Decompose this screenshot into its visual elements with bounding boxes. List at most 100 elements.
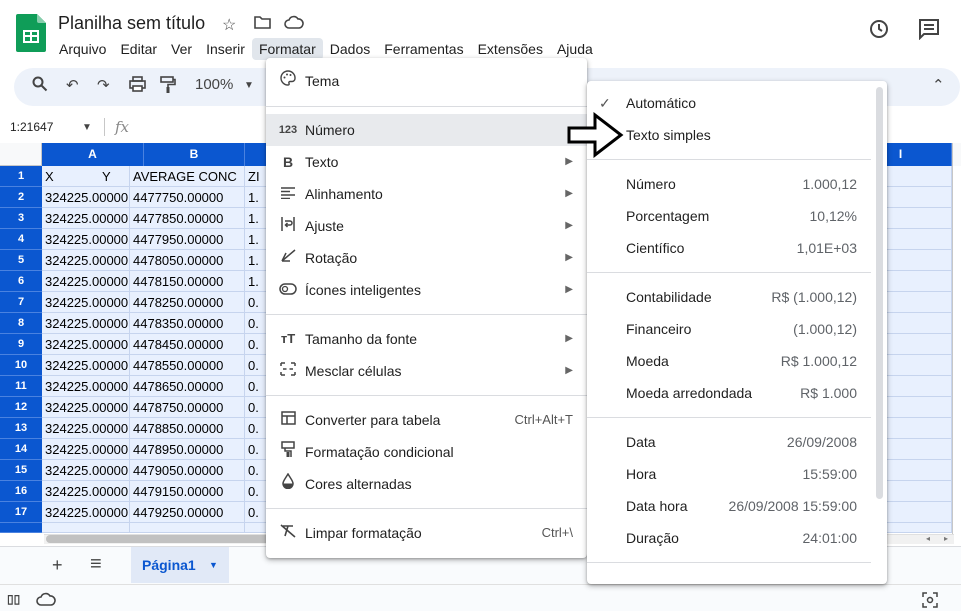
number-format-cientifico[interactable]: Científico 1,01E+03 (587, 232, 887, 264)
row-header[interactable]: 3 (0, 208, 42, 229)
cell-a[interactable]: 324225.00000 (42, 376, 130, 397)
search-menus-icon[interactable] (32, 76, 48, 96)
cell-partial[interactable] (130, 523, 245, 533)
undo-icon[interactable]: ↶ (66, 76, 79, 94)
format-menu-item-rotacao[interactable]: Rotação ▶ (266, 242, 587, 274)
menu-editar[interactable]: Editar (113, 38, 164, 60)
cell-b[interactable]: 4478550.00000 (130, 355, 245, 376)
cell-b[interactable]: 4478150.00000 (130, 271, 245, 292)
cell-a[interactable]: 324225.00000 (42, 229, 130, 250)
row-header[interactable]: 17 (0, 502, 42, 523)
number-format-moeda[interactable]: Moeda R$ 1.000,12 (587, 345, 887, 377)
row-header-partial[interactable] (0, 523, 42, 533)
number-format-numero[interactable]: Número 1.000,12 (587, 168, 887, 200)
sheet-tab-dropdown-icon[interactable]: ▼ (209, 547, 218, 583)
cell-b[interactable]: 4477850.00000 (130, 208, 245, 229)
all-sheets-button[interactable]: ≡ (90, 553, 102, 576)
cell-a[interactable]: 324225.00000 (42, 334, 130, 355)
explore-icon[interactable] (922, 592, 938, 611)
format-menu-item-converter-para-tabela[interactable]: Converter para tabela Ctrl+Alt+T (266, 404, 587, 436)
row-header[interactable]: 6 (0, 271, 42, 292)
collapse-toolbar-icon[interactable]: ⌃ (932, 76, 945, 94)
document-title[interactable]: Planilha sem título (58, 13, 205, 34)
cell-a[interactable]: 324225.00000 (42, 502, 130, 523)
cell-a[interactable]: 324225.00000 (42, 418, 130, 439)
format-menu-item-tema[interactable]: Tema (266, 65, 587, 97)
number-format-duracao[interactable]: Duração 24:01:00 (587, 522, 887, 554)
star-icon[interactable]: ☆ (222, 15, 236, 35)
row-header[interactable]: 13 (0, 418, 42, 439)
move-folder-icon[interactable] (254, 15, 271, 34)
format-menu-item-icones-inteligentes[interactable]: Ícones inteligentes ▶ (266, 274, 587, 306)
row-header[interactable]: 8 (0, 313, 42, 334)
menu-arquivo[interactable]: Arquivo (52, 38, 113, 60)
cell-b[interactable]: 4478450.00000 (130, 334, 245, 355)
cell-b[interactable]: 4478050.00000 (130, 250, 245, 271)
number-format-automatico[interactable]: ✓ Automático (587, 87, 887, 119)
cell-b[interactable]: 4479250.00000 (130, 502, 245, 523)
menu-extensoes[interactable]: Extensões (471, 38, 550, 60)
row-header[interactable]: 14 (0, 439, 42, 460)
format-menu-item-mesclar-celulas[interactable]: Mesclar células ▶ (266, 355, 587, 387)
cloud-status-icon[interactable] (284, 15, 304, 34)
cell-a[interactable]: 324225.00000 (42, 292, 130, 313)
format-menu-item-tamanho-da-fonte[interactable]: ᴛT Tamanho da fonte ▶ (266, 323, 587, 355)
row-header[interactable]: 9 (0, 334, 42, 355)
cell-b[interactable]: 4478350.00000 (130, 313, 245, 334)
cell-b[interactable]: 4478750.00000 (130, 397, 245, 418)
add-sheet-button[interactable]: + (52, 555, 63, 576)
cell-b[interactable]: 4479050.00000 (130, 460, 245, 481)
column-header-a[interactable]: A (42, 143, 144, 166)
number-format-hora[interactable]: Hora 15:59:00 (587, 458, 887, 490)
format-menu-item-alinhamento[interactable]: Alinhamento ▶ (266, 178, 587, 210)
row-header[interactable]: 4 (0, 229, 42, 250)
zoom-dropdown-icon[interactable]: ▼ (244, 80, 254, 91)
cell-a[interactable]: 324225.00000 (42, 271, 130, 292)
submenu-scrollbar-thumb[interactable] (876, 87, 883, 499)
cell-a[interactable]: 324225.00000 (42, 439, 130, 460)
number-format-contabilidade[interactable]: Contabilidade R$ (1.000,12) (587, 281, 887, 313)
menu-ver[interactable]: Ver (164, 38, 199, 60)
menu-ferramentas[interactable]: Ferramentas (377, 38, 470, 60)
column-header-b[interactable]: B (144, 143, 245, 166)
row-header[interactable]: 11 (0, 376, 42, 397)
cell-b1[interactable]: AVERAGE CONC (130, 166, 245, 187)
cell-a[interactable]: 324225.00000 (42, 460, 130, 481)
cell-partial[interactable] (42, 523, 130, 533)
redo-icon[interactable]: ↷ (97, 76, 110, 94)
cell-a[interactable]: 324225.00000 (42, 208, 130, 229)
comments-icon[interactable] (918, 18, 940, 46)
menu-inserir[interactable]: Inserir (199, 38, 252, 60)
side-panel-toggle-icon[interactable]: ▯▯ (7, 592, 20, 606)
cell-b[interactable]: 4479150.00000 (130, 481, 245, 502)
cell-a[interactable]: 324225.00000 (42, 397, 130, 418)
cell-b[interactable]: 4478950.00000 (130, 439, 245, 460)
scroll-left-icon[interactable]: ◂ (926, 534, 930, 543)
name-box-dropdown-icon[interactable]: ▼ (82, 122, 92, 133)
number-format-data-hora[interactable]: Data hora 26/09/2008 15:59:00 (587, 490, 887, 522)
sheet-tab-pagina1[interactable]: Página1 ▼ (131, 547, 229, 583)
cell-a[interactable]: 324225.00000 (42, 355, 130, 376)
horizontal-scrollbar-thumb[interactable] (46, 535, 276, 543)
row-header[interactable]: 7 (0, 292, 42, 313)
zoom-select[interactable]: 100% (195, 76, 233, 93)
number-format-financeiro[interactable]: Financeiro (1.000,12) (587, 313, 887, 345)
row-header[interactable]: 2 (0, 187, 42, 208)
cell-a[interactable]: 324225.00000 (42, 250, 130, 271)
cell-b[interactable]: 4477750.00000 (130, 187, 245, 208)
menu-ajuda[interactable]: Ajuda (550, 38, 600, 60)
format-menu-item-formatacao-condicional[interactable]: Formatação condicional (266, 436, 587, 468)
name-box[interactable]: 1:21647 (10, 120, 53, 134)
format-menu-item-texto[interactable]: B Texto ▶ (266, 146, 587, 178)
menu-dados[interactable]: Dados (323, 38, 377, 60)
row-header[interactable]: 12 (0, 397, 42, 418)
format-menu-item-ajuste[interactable]: Ajuste ▶ (266, 210, 587, 242)
cell-b[interactable]: 4478650.00000 (130, 376, 245, 397)
paint-format-icon[interactable] (160, 76, 176, 97)
format-menu-item-cores-alternadas[interactable]: Cores alternadas (266, 468, 587, 500)
cell-b[interactable]: 4478250.00000 (130, 292, 245, 313)
version-history-icon[interactable] (868, 18, 890, 46)
row-header[interactable]: 15 (0, 460, 42, 481)
scroll-right-icon[interactable]: ▸ (944, 534, 948, 543)
number-format-texto-simples[interactable]: Texto simples (587, 119, 887, 151)
